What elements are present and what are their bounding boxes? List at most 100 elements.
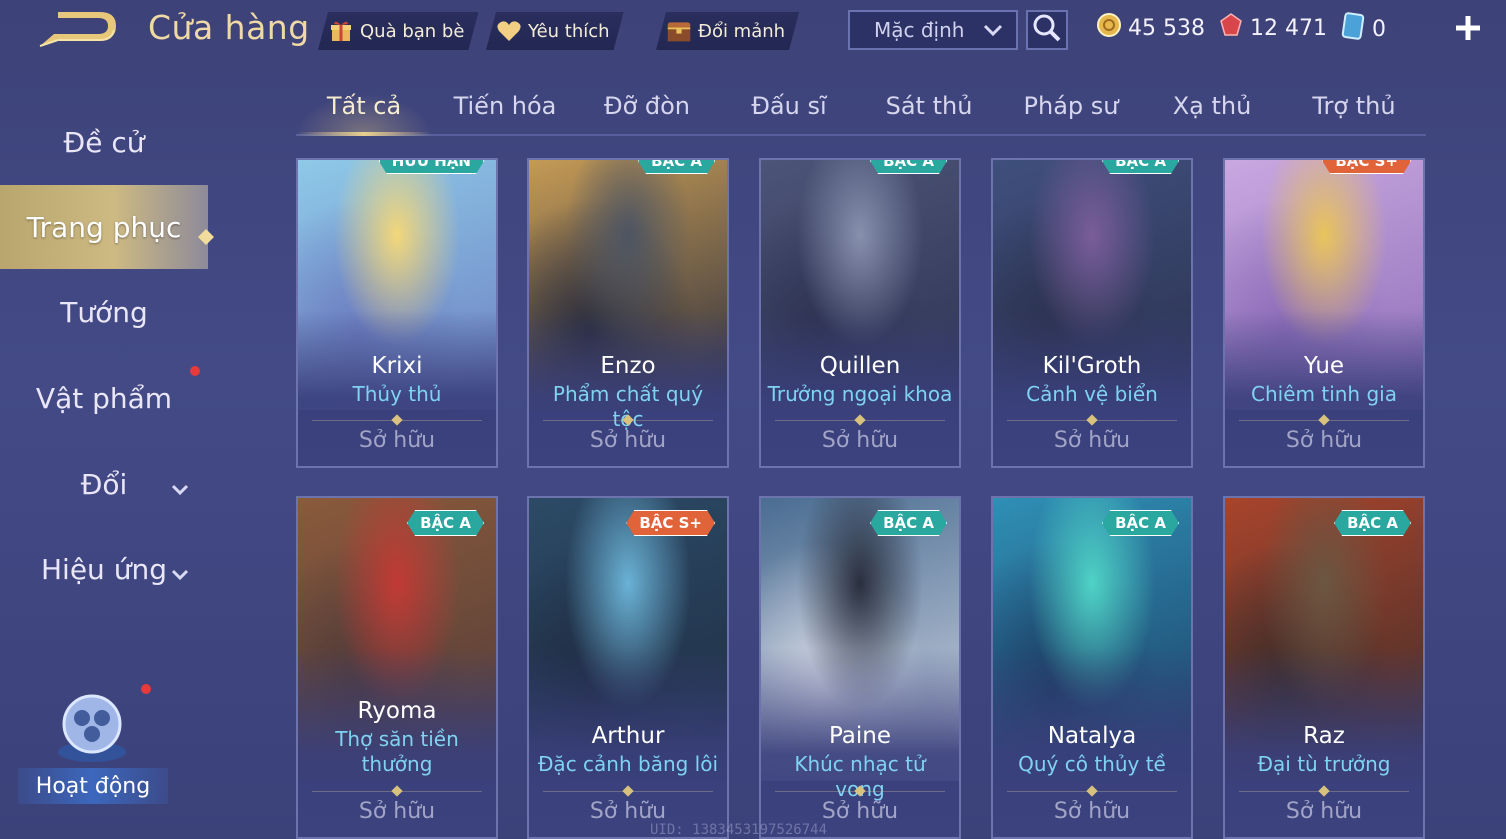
chevron-down-icon xyxy=(170,557,190,590)
page-title: Cửa hàng xyxy=(148,8,310,47)
sidebar-item-label: Đề cử xyxy=(63,125,145,159)
top-bar: Cửa hàng Quà bạn bè Yêu thích Đổi mảnh M… xyxy=(0,0,1506,62)
sort-value: Mặc định xyxy=(874,18,965,42)
ownership-status: Sở hữu xyxy=(358,428,436,453)
sidebar-item-recommended[interactable]: Đề cử xyxy=(0,100,208,184)
sidebar-item-label: Trang phục xyxy=(26,210,182,244)
sidebar-item-label: Đổi xyxy=(80,467,128,501)
sidebar-item-label: Tướng xyxy=(60,295,148,329)
tier-badge: BẬC A xyxy=(870,158,947,174)
chest-icon xyxy=(666,18,692,44)
blue-card-icon xyxy=(1340,12,1366,46)
skin-card[interactable]: BẬC A Quillen Trưởng ngoại khoa Sở hữu xyxy=(759,158,961,468)
skin-card[interactable]: BẬC A Ryoma Thợ săn tiền thưởng Sở hữu xyxy=(296,496,498,839)
sidebar-item-items[interactable]: Vật phẩm xyxy=(0,356,208,440)
sidebar-item-label: Hiệu ứng xyxy=(41,552,167,586)
ownership-status: Sở hữu xyxy=(589,799,667,824)
sidebar-item-effects[interactable]: Hiệu ứng xyxy=(0,527,208,611)
card-balance: 0 xyxy=(1340,12,1386,46)
ownership-status: Sở hữu xyxy=(1053,799,1131,824)
friend-gift-button[interactable]: Quà bạn bè xyxy=(318,12,478,50)
skin-card[interactable]: BẬC AEnzoPhẩm chất quý tộcSở hữu xyxy=(527,158,729,468)
tier-badge: BẬC A xyxy=(638,158,715,174)
gem-amount: 12 471 xyxy=(1250,15,1327,41)
hero-name: Ryoma xyxy=(357,698,437,724)
activity-button[interactable]: Hoạt động xyxy=(18,676,168,806)
category-tabs: Tất cả Tiến hóa Đỡ đòn Đấu sĩ Sát thủ Ph… xyxy=(296,84,1426,136)
skin-card[interactable]: BẬC S+ Yue Chiêm tinh gia Sở hữu xyxy=(1223,158,1425,468)
skin-name: Đại tù trưởng xyxy=(1257,752,1391,776)
skin-name: Quý cô thủy tề xyxy=(1018,752,1166,776)
exchange-shards-button[interactable]: Đổi mảnh xyxy=(656,12,799,50)
skin-card[interactable]: BẬC APaineKhúc nhạc tử vongSở hữu xyxy=(759,496,961,839)
favorites-label: Yêu thích xyxy=(528,20,610,42)
sidebar-item-label: Vật phẩm xyxy=(35,381,173,415)
sidebar-item-exchange[interactable]: Đổi xyxy=(0,442,208,526)
skin-name: Thủy thủ xyxy=(352,382,442,406)
hero-name: Paine xyxy=(828,723,892,749)
skin-name: Chiêm tinh gia xyxy=(1251,382,1397,406)
add-currency-plus-icon[interactable] xyxy=(1452,12,1484,44)
tab-tank[interactable]: Đỡ đòn xyxy=(577,92,717,120)
gold-coin-icon xyxy=(1096,12,1122,44)
hero-name: Arthur xyxy=(591,723,665,749)
heart-icon xyxy=(496,18,522,44)
tier-badge: BẬC A xyxy=(1102,158,1179,174)
tab-mage[interactable]: Pháp sư xyxy=(1001,92,1141,120)
tab-evolution[interactable]: Tiến hóa xyxy=(435,92,575,120)
skin-card[interactable]: HỮU HẠN Krixi Thủy thủ Sở hữu xyxy=(296,158,498,468)
tab-marksman[interactable]: Xạ thủ xyxy=(1142,92,1282,120)
tier-badge: BẬC A xyxy=(870,510,947,536)
skin-name: Đặc cảnh băng lôi xyxy=(537,752,719,776)
ownership-status: Sở hữu xyxy=(821,428,899,453)
ownership-status: Sở hữu xyxy=(1053,428,1131,453)
activity-label: Hoạt động xyxy=(18,768,168,804)
chevron-down-icon xyxy=(170,472,190,505)
skin-card[interactable]: BẬC A Natalya Quý cô thủy tề Sở hữu xyxy=(991,496,1193,839)
hero-name: Quillen xyxy=(819,353,901,379)
hero-name: Krixi xyxy=(371,353,423,379)
gem-balance: 12 471 xyxy=(1218,12,1327,44)
skin-grid: HỮU HẠN Krixi Thủy thủ Sở hữu BẬC A Enzo Phẩm … xyxy=(296,158,1426,839)
skin-card[interactable]: BẬC S+ Arthur Đặc cảnh băng lôi Sở hữu xyxy=(527,496,729,839)
sidebar-item-heroes[interactable]: Tướng xyxy=(0,270,208,354)
hero-name: Enzo xyxy=(600,353,656,379)
gold-balance: 45 538 xyxy=(1096,12,1205,44)
ownership-status: Sở hữu xyxy=(1285,428,1363,453)
search-icon xyxy=(1032,13,1062,47)
gift-icon xyxy=(328,18,354,44)
skin-card[interactable]: BẬC A Raz Đại tù trưởng Sở hữu xyxy=(1223,496,1425,839)
tab-all[interactable]: Tất cả xyxy=(294,92,434,120)
tier-badge: BẬC A xyxy=(1334,510,1411,536)
active-tab-underline xyxy=(296,132,432,136)
tier-badge: BẬC A xyxy=(407,510,484,536)
skin-card[interactable]: BẬC A Kil'Groth Cảnh vệ biển Sở hữu xyxy=(991,158,1193,468)
skin-name: Trưởng ngoại khoa xyxy=(767,382,953,406)
ownership-status: Sở hữu xyxy=(821,799,899,824)
ownership-status: Sở hữu xyxy=(1285,799,1363,824)
chevron-down-icon xyxy=(982,20,1004,45)
exchange-shards-label: Đổi mảnh xyxy=(698,20,786,42)
ownership-status: Sở hữu xyxy=(358,799,436,824)
activity-orb-icon xyxy=(52,686,132,770)
tab-fighter[interactable]: Đấu sĩ xyxy=(719,92,859,120)
search-button[interactable] xyxy=(1026,10,1068,50)
ownership-status: Sở hữu xyxy=(589,428,667,453)
card-amount: 0 xyxy=(1372,16,1386,42)
notification-dot xyxy=(190,366,200,376)
skin-name: Cảnh vệ biển xyxy=(1026,382,1158,406)
tab-assassin[interactable]: Sát thủ xyxy=(859,92,999,120)
favorites-button[interactable]: Yêu thích xyxy=(486,12,624,50)
hero-name: Natalya xyxy=(1047,723,1137,749)
hero-name: Yue xyxy=(1303,353,1345,379)
gold-amount: 45 538 xyxy=(1128,15,1205,41)
sidebar-item-skins[interactable]: Trang phục xyxy=(0,185,214,269)
uid-watermark: UID: 1383453197526744 xyxy=(650,822,828,838)
sort-dropdown[interactable]: Mặc định xyxy=(848,10,1018,50)
tier-badge: BẬC S+ xyxy=(1322,158,1411,174)
back-arrow-icon[interactable] xyxy=(36,10,116,50)
diamond-icon xyxy=(198,219,214,252)
tab-support[interactable]: Trợ thủ xyxy=(1284,92,1424,120)
hero-name: Raz xyxy=(1303,723,1345,749)
tier-badge: BẬC S+ xyxy=(626,510,715,536)
